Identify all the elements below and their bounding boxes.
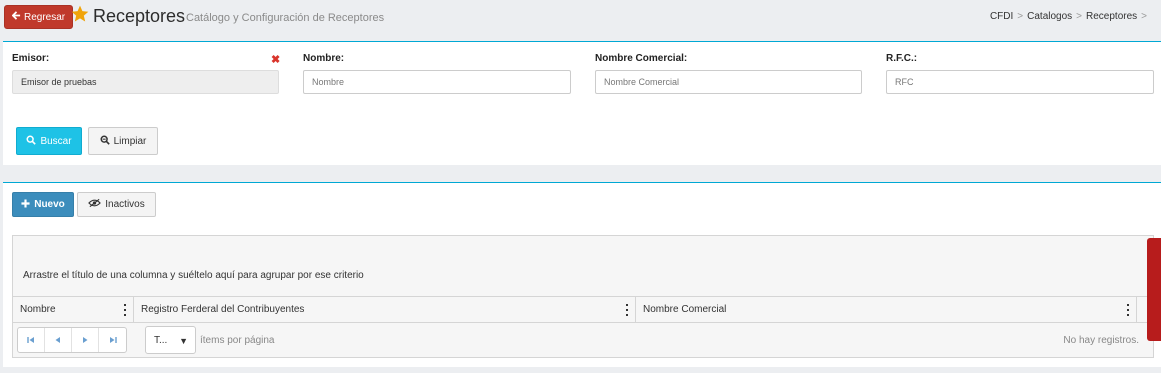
search-icon	[26, 135, 37, 148]
filter-panel: Emisor: ✖ Nombre: Nombre Comercial: R.F.…	[3, 41, 1161, 165]
side-panel-tab[interactable]	[1147, 238, 1161, 341]
per-page-label: ítems por página	[200, 335, 275, 346]
caret-down-icon: ▼	[179, 336, 188, 346]
page-size-select[interactable]: T... ▼	[145, 326, 196, 354]
rfc-input[interactable]	[886, 70, 1154, 94]
arrow-left-icon	[11, 11, 21, 23]
plus-icon	[21, 198, 30, 211]
column-menu-icon[interactable]	[1127, 304, 1130, 316]
emisor-field[interactable]	[12, 70, 279, 94]
search-button-label: Buscar	[40, 135, 72, 147]
nombre-comercial-input[interactable]	[595, 70, 862, 94]
column-menu-icon[interactable]	[626, 304, 629, 316]
inactive-button[interactable]: Inactivos	[77, 192, 156, 217]
top-bar: Regresar Receptores Catálogo y Configura…	[0, 0, 1161, 36]
emisor-label: Emisor:	[12, 53, 50, 64]
first-page-icon[interactable]	[18, 328, 45, 352]
page-title: Receptores	[93, 6, 186, 26]
grid-panel: Nuevo Inactivos Arrastre el título de un…	[3, 182, 1161, 367]
column-header-nombre[interactable]: Nombre	[13, 297, 134, 322]
nombre-input[interactable]	[303, 70, 571, 94]
back-button[interactable]: Regresar	[4, 5, 74, 29]
data-grid: Arrastre el título de una columna y suél…	[12, 235, 1154, 358]
last-page-icon[interactable]	[99, 328, 126, 352]
pager: T... ▼ ítems por página No hay registros…	[13, 323, 1153, 357]
rfc-label: R.F.C.:	[886, 53, 918, 64]
page-size-value: T...	[154, 334, 168, 346]
column-header-rfc[interactable]: Registro Ferderal del Contribuyentes	[134, 297, 636, 322]
search-minus-icon	[100, 135, 110, 148]
nombre-comercial-label: Nombre Comercial:	[595, 53, 688, 64]
search-button[interactable]: Buscar	[16, 127, 82, 155]
clear-button-label: Limpiar	[113, 135, 147, 147]
clear-button[interactable]: Limpiar	[88, 127, 158, 155]
column-title: Registro Ferderal del Contribuyentes	[141, 304, 305, 315]
page-subtitle: Catálogo y Configuración de Receptores	[186, 12, 385, 24]
pager-nav	[17, 327, 127, 353]
breadcrumb-separator: >	[1076, 11, 1083, 22]
previous-page-icon[interactable]	[45, 328, 72, 352]
inactive-button-label: Inactivos	[105, 199, 145, 210]
new-button[interactable]: Nuevo	[12, 192, 74, 217]
column-title: Nombre Comercial	[643, 304, 727, 315]
no-records-label: No hay registros.	[1063, 335, 1139, 346]
clear-emisor-icon[interactable]: ✖	[271, 53, 280, 66]
nombre-label: Nombre:	[303, 53, 345, 64]
breadcrumb-separator: >	[1141, 11, 1147, 22]
next-page-icon[interactable]	[72, 328, 99, 352]
breadcrumb-item-catalogos[interactable]: Catalogos	[1027, 11, 1072, 22]
breadcrumb: CFDI > Catalogos > Receptores >	[990, 11, 1147, 22]
breadcrumb-item-cfdi[interactable]: CFDI	[990, 11, 1013, 22]
group-drop-zone[interactable]: Arrastre el título de una columna y suél…	[23, 270, 364, 281]
column-header-nombre-comercial[interactable]: Nombre Comercial	[636, 297, 1137, 322]
breadcrumb-separator: >	[1017, 11, 1024, 22]
eye-slash-icon	[88, 198, 102, 211]
breadcrumb-item-receptores[interactable]: Receptores	[1086, 11, 1137, 22]
back-button-label: Regresar	[24, 11, 66, 23]
star-icon[interactable]	[70, 4, 90, 24]
grid-header: Nombre Registro Ferderal del Contribuyen…	[13, 296, 1153, 323]
column-menu-icon[interactable]	[124, 304, 127, 316]
column-title: Nombre	[20, 304, 56, 315]
new-button-label: Nuevo	[34, 199, 65, 210]
